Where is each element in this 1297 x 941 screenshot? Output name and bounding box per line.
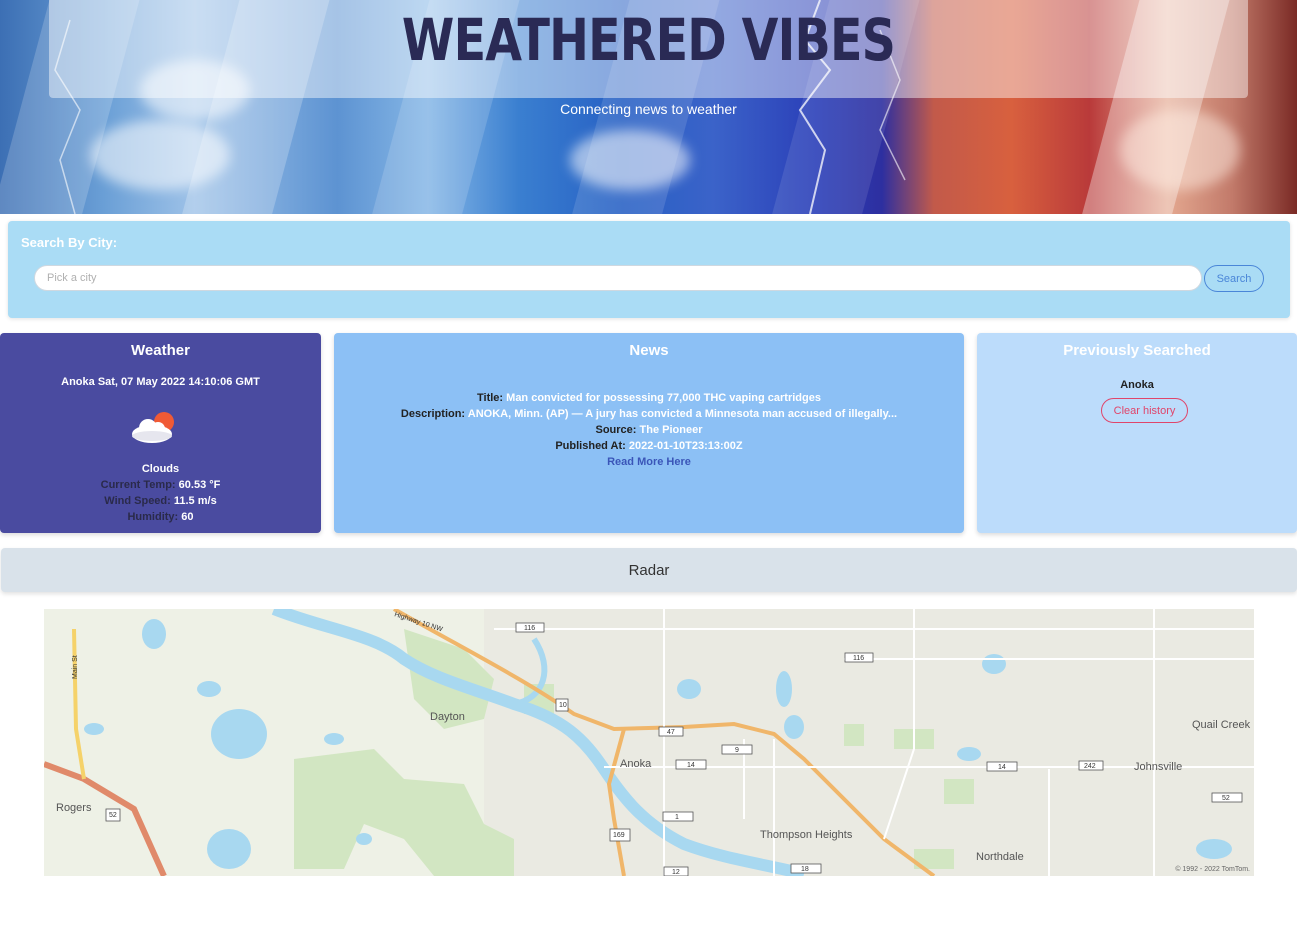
news-description-value: ANOKA, Minn. (AP) — A jury has convicted… (467, 408, 898, 420)
map-label-dayton: Dayton (430, 711, 465, 723)
history-item[interactable]: Anoka (977, 379, 1297, 391)
news-published-label: Published At: (555, 440, 626, 452)
svg-text:47: 47 (667, 729, 675, 736)
news-title-row: Title: Man convicted for possessing 77,0… (334, 392, 964, 404)
news-description-row: Description: ANOKA, Minn. (AP) — A jury … (334, 408, 964, 420)
hero-banner: WEATHERED VIBES Connecting news to weath… (0, 0, 1297, 214)
weather-condition: Clouds (141, 463, 180, 475)
city-search-input[interactable] (34, 265, 1202, 291)
svg-text:9: 9 (735, 747, 739, 754)
svg-text:1: 1 (675, 814, 679, 821)
map-label-quail-creek: Quail Creek (1192, 719, 1251, 731)
humidity-label: Humidity: (127, 511, 179, 523)
svg-text:Main St: Main St (72, 655, 79, 679)
read-more-link[interactable]: Read More Here (334, 456, 964, 468)
svg-text:116: 116 (853, 655, 864, 662)
news-title-label: Title: (477, 392, 504, 404)
clear-history-button[interactable]: Clear history (1101, 398, 1188, 423)
title-box: WEATHERED VIBES (49, 0, 1248, 98)
weather-wind-row: Wind Speed: 11.5 m/s (0, 495, 321, 507)
svg-text:12: 12 (672, 869, 680, 876)
cloud-sun-icon (132, 412, 174, 443)
weather-city-datetime: Anoka Sat, 07 May 2022 14:10:06 GMT (61, 376, 260, 388)
svg-text:52: 52 (1222, 795, 1230, 802)
news-source-label: Source: (595, 424, 637, 436)
radar-header: Radar (1, 548, 1297, 592)
map-label-rogers: Rogers (56, 802, 92, 814)
temp-value: 60.53 °F (178, 479, 221, 491)
weather-humidity-row: Humidity: 60 (0, 511, 321, 523)
wind-value: 11.5 m/s (173, 495, 217, 507)
news-card-title: News (629, 342, 669, 359)
map-label-anoka: Anoka (620, 758, 652, 770)
svg-text:14: 14 (687, 762, 695, 769)
news-description-label: Description: (400, 408, 466, 420)
svg-text:18: 18 (801, 866, 809, 873)
news-published-value: 2022-01-10T23:13:00Z (628, 440, 743, 452)
svg-text:10: 10 (559, 702, 567, 709)
search-label: Search By City: (21, 235, 118, 250)
map-copyright: © 1992 - 2022 TomTom. (1175, 866, 1250, 873)
weather-temp-row: Current Temp: 60.53 °F (0, 479, 321, 491)
radar-map[interactable]: Dayton Anoka Rogers Thompson Heights Nor… (44, 609, 1254, 876)
svg-text:242: 242 (1084, 763, 1096, 770)
map-label-johnsville: Johnsville (1134, 761, 1182, 773)
humidity-value: 60 (181, 511, 194, 523)
map-canvas: Dayton Anoka Rogers Thompson Heights Nor… (44, 609, 1254, 876)
news-published-row: Published At: 2022-01-10T23:13:00Z (334, 440, 964, 452)
map-label-thompson-heights: Thompson Heights (760, 829, 853, 841)
history-card: Previously Searched Anoka Clear history (977, 333, 1297, 533)
svg-text:116: 116 (524, 625, 535, 632)
search-button[interactable]: Search (1204, 265, 1264, 292)
news-source-value: The Pioneer (639, 424, 703, 436)
search-panel: Search By City: Search (8, 221, 1290, 318)
weather-card-title: Weather (131, 342, 190, 359)
site-title: WEATHERED VIBES (401, 6, 896, 74)
temp-label: Current Temp: (100, 479, 176, 491)
news-title-value: Man convicted for possessing 77,000 THC … (506, 392, 821, 404)
wind-label: Wind Speed: (104, 495, 171, 507)
map-label-northdale: Northdale (976, 851, 1024, 863)
svg-text:169: 169 (613, 832, 625, 839)
news-card: News Title: Man convicted for possessing… (334, 333, 964, 533)
site-tagline: Connecting news to weather (560, 101, 737, 117)
weather-card: Weather Anoka Sat, 07 May 2022 14:10:06 … (0, 333, 321, 533)
news-source-row: Source: The Pioneer (334, 424, 964, 436)
history-card-title: Previously Searched (1063, 342, 1211, 359)
svg-text:52: 52 (109, 812, 117, 819)
svg-text:14: 14 (998, 764, 1006, 771)
